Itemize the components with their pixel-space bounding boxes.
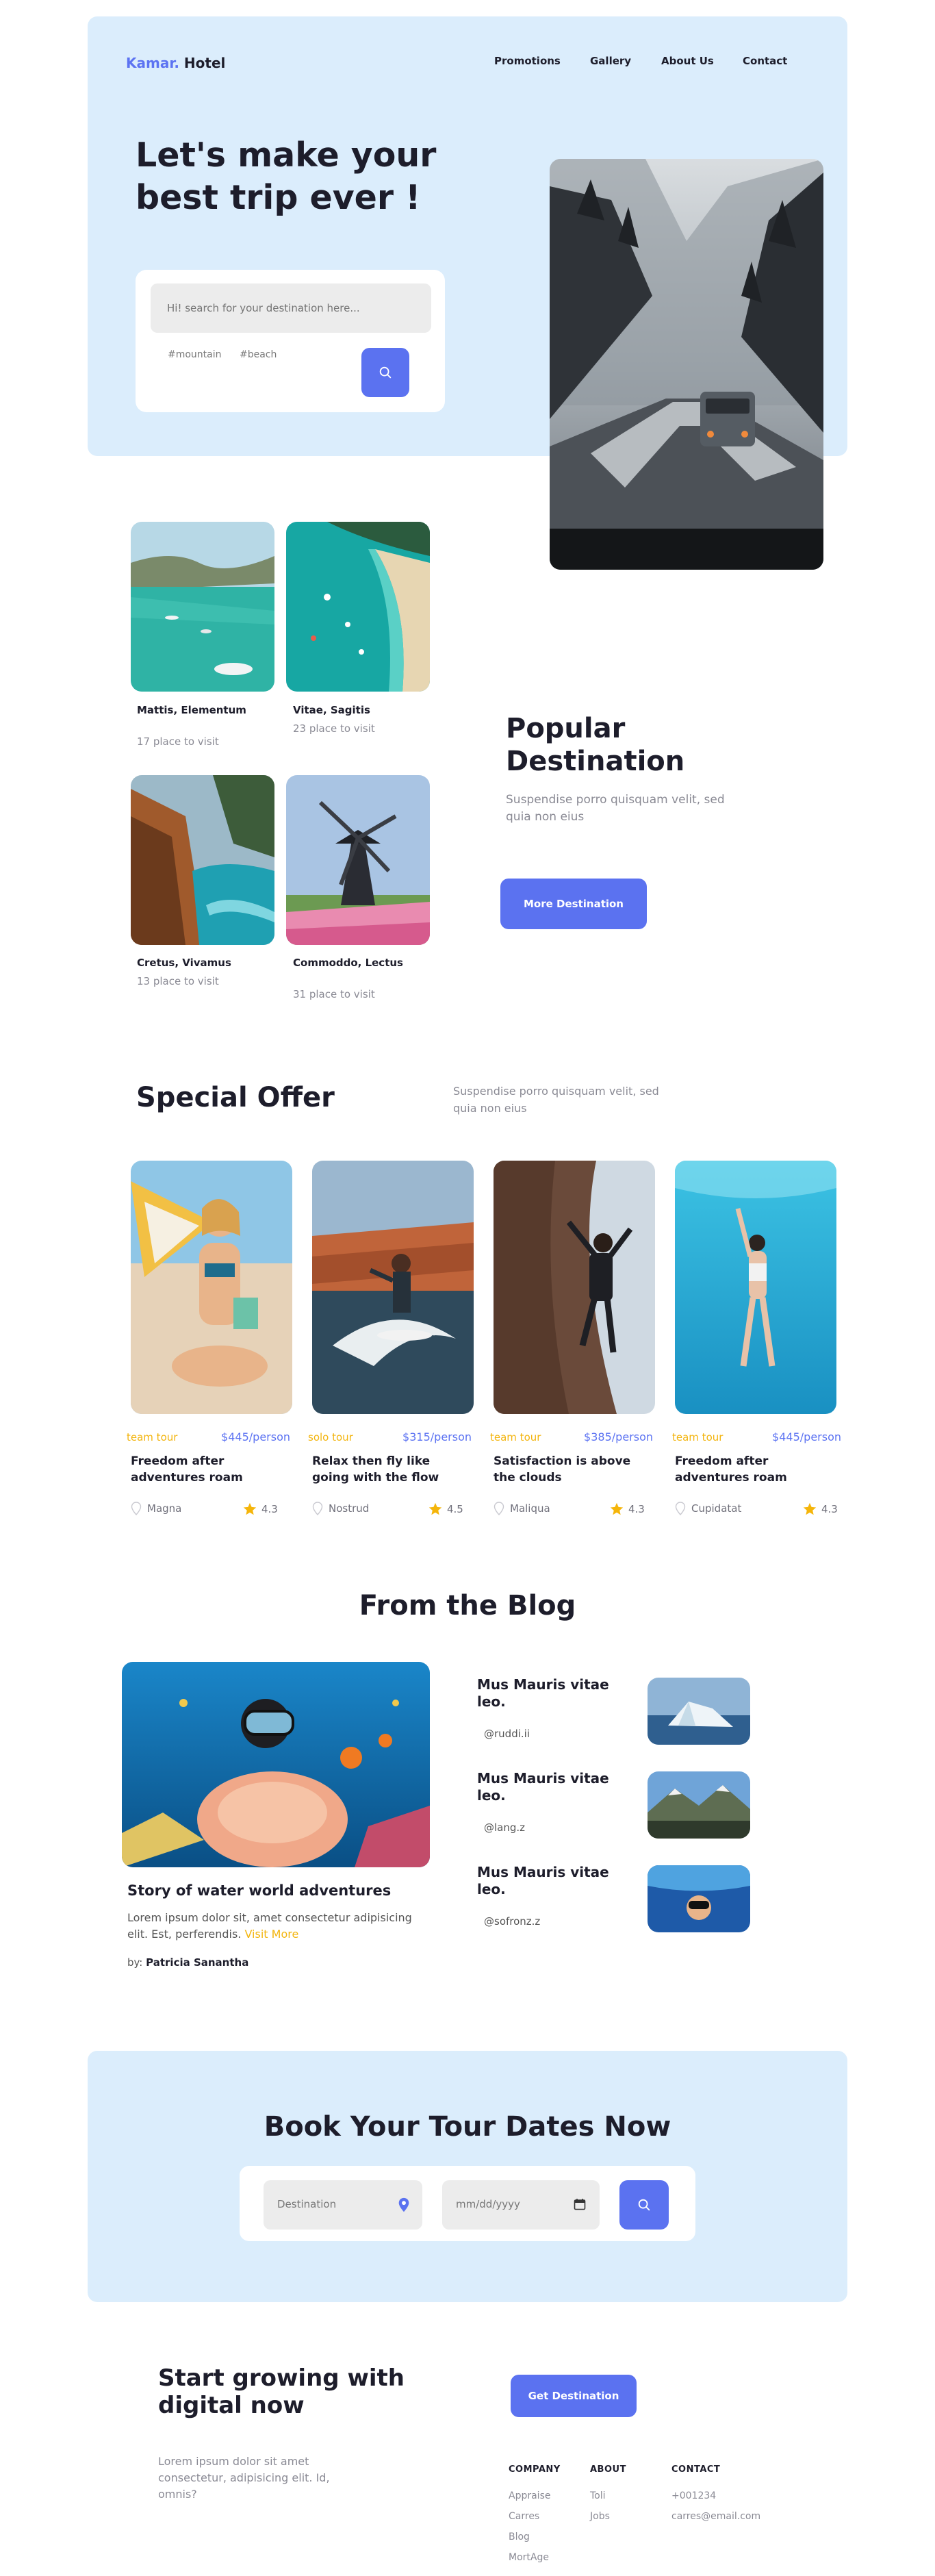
book-date-field[interactable]: mm/dd/yyyy [442,2180,600,2230]
hero-photo-snowy-road [550,159,823,570]
offer-photo-climber[interactable] [494,1161,655,1414]
nav-gallery[interactable]: Gallery [590,55,631,67]
footer-col-contact-head: CONTACT [671,2464,721,2475]
blog-main-photo[interactable] [122,1662,430,1867]
offer-price: $315/person [402,1430,472,1443]
destination-search-input[interactable] [151,283,431,333]
offer-rating: 4.3 [802,1502,838,1517]
offer-location: Cupidatat [675,1502,741,1515]
more-destination-button[interactable]: More Destination [500,879,647,929]
offer-photo-surfer[interactable] [312,1161,474,1414]
blog-side-handle: @sofronz.z [484,1915,541,1928]
special-offer-text: Suspendise porro quisquam velit, sed qui… [453,1085,659,1115]
footer-col-company-head: COMPANY [509,2464,561,2475]
destination-photo-mattis[interactable] [131,522,274,692]
footer-link[interactable]: Appraise [509,2490,550,2501]
footer-text: Lorem ipsum dolor sit amet consectetur, … [158,2455,330,2501]
destination-name: Mattis, Elementum [137,704,246,716]
blog-side-handle: @lang.z [484,1821,526,1834]
star-icon [803,1502,817,1515]
destination-count: 17 place to visit [137,735,219,748]
visit-more-link[interactable]: Visit More [244,1928,298,1941]
destination-name: Vitae, Sagitis [293,704,370,716]
blog-thumb-iceberg[interactable] [648,1678,750,1745]
destination-photo-cretus[interactable] [131,775,274,945]
footer-link[interactable]: Jobs [590,2511,610,2522]
footer-email[interactable]: carres@email.com [671,2511,760,2522]
offer-price: $385/person [584,1430,653,1443]
location-pin-icon [675,1502,686,1515]
offer-type: solo tour [308,1431,353,1443]
nav-contact[interactable]: Contact [743,55,787,67]
tag-mountain[interactable]: #mountain [168,349,222,360]
search-icon [638,2199,650,2211]
hero-search-button[interactable] [361,348,409,397]
blog-side-handle: @ruddi.ii [484,1728,530,1740]
offer-price: $445/person [772,1430,841,1443]
destination-photo-vitae[interactable] [286,522,430,692]
blog-main-title[interactable]: Story of water world adventures [127,1882,391,1899]
book-date-placeholder: mm/dd/yyyy [456,2198,520,2210]
location-pin-icon [494,1502,504,1515]
blog-side-title[interactable]: Mus Mauris vitae leo. [477,1676,614,1710]
offer-title[interactable]: Freedom after adventures roam [675,1453,839,1486]
footer-title: Start growing with digital now [158,2364,405,2419]
blog-side-title[interactable]: Mus Mauris vitae leo. [477,1770,614,1804]
blog-side-title[interactable]: Mus Mauris vitae leo. [477,1864,614,1898]
special-offer-title: Special Offer [136,1082,335,1113]
location-pin-icon [398,2197,409,2212]
blog-main-text: Lorem ipsum dolor sit, amet consectetur … [127,1911,412,1941]
blog-author: by: Patricia Sanantha [127,1956,249,1969]
star-icon [428,1502,442,1515]
book-search-button[interactable] [619,2180,669,2230]
destination-name: Cretus, Vivamus [137,957,231,969]
book-destination-field[interactable]: Destination [264,2180,422,2230]
offer-title[interactable]: Freedom after adventures roam [131,1453,302,1486]
footer-col-about-head: ABOUT [590,2464,626,2475]
nav-about-us[interactable]: About Us [661,55,714,67]
blog-thumb-mountain-lake[interactable] [648,1771,750,1839]
footer-link[interactable]: MortAge [509,2552,549,2563]
footer-link[interactable]: Carres [509,2511,539,2522]
logo[interactable]: Kamar. Hotel [126,55,225,71]
offer-title[interactable]: Relax then fly like going with the flow [312,1453,470,1486]
popular-destination-title: Popular Destination [506,713,685,777]
offer-rating: 4.3 [609,1502,645,1517]
destination-name: Commoddo, Lectus [293,957,403,969]
offer-type: team tour [127,1431,178,1443]
destination-count: 23 place to visit [293,722,375,735]
blog-title: From the Blog [359,1590,576,1621]
search-icon [379,366,392,379]
offer-location: Magna [131,1502,181,1515]
calendar-icon [574,2199,586,2210]
location-pin-icon [312,1502,323,1515]
hero-title: Let's make your best trip ever ! [136,136,437,217]
star-icon [610,1502,624,1515]
nav-promotions[interactable]: Promotions [494,55,561,67]
star-icon [243,1502,257,1515]
offer-photo-diver[interactable] [675,1161,836,1414]
offer-location: Maliqua [494,1502,550,1515]
footer-link[interactable]: Toli [590,2490,606,2501]
book-title: Book Your Tour Dates Now [264,2111,671,2143]
popular-destination-text: Suspendise porro quisquam velit, sed qui… [506,793,725,824]
tag-beach[interactable]: #beach [240,349,277,360]
offer-type: team tour [672,1431,723,1443]
get-destination-button[interactable]: Get Destination [511,2375,637,2417]
offer-price: $445/person [221,1430,290,1443]
destination-count: 31 place to visit [293,988,375,1000]
offer-title[interactable]: Satisfaction is above the clouds [494,1453,651,1486]
offer-rating: 4.5 [428,1502,463,1517]
footer-phone[interactable]: +001234 [671,2490,716,2501]
footer-link[interactable]: Blog [509,2531,530,2542]
location-pin-icon [131,1502,142,1515]
offer-rating: 4.3 [242,1502,278,1517]
offer-photo-beach-woman[interactable] [131,1161,292,1414]
blog-thumb-snorkeler[interactable] [648,1865,750,1932]
offer-type: team tour [490,1431,541,1443]
destination-photo-commoddo[interactable] [286,775,430,945]
destination-count: 13 place to visit [137,975,219,987]
offer-location: Nostrud [312,1502,369,1515]
book-destination-placeholder: Destination [277,2198,337,2210]
